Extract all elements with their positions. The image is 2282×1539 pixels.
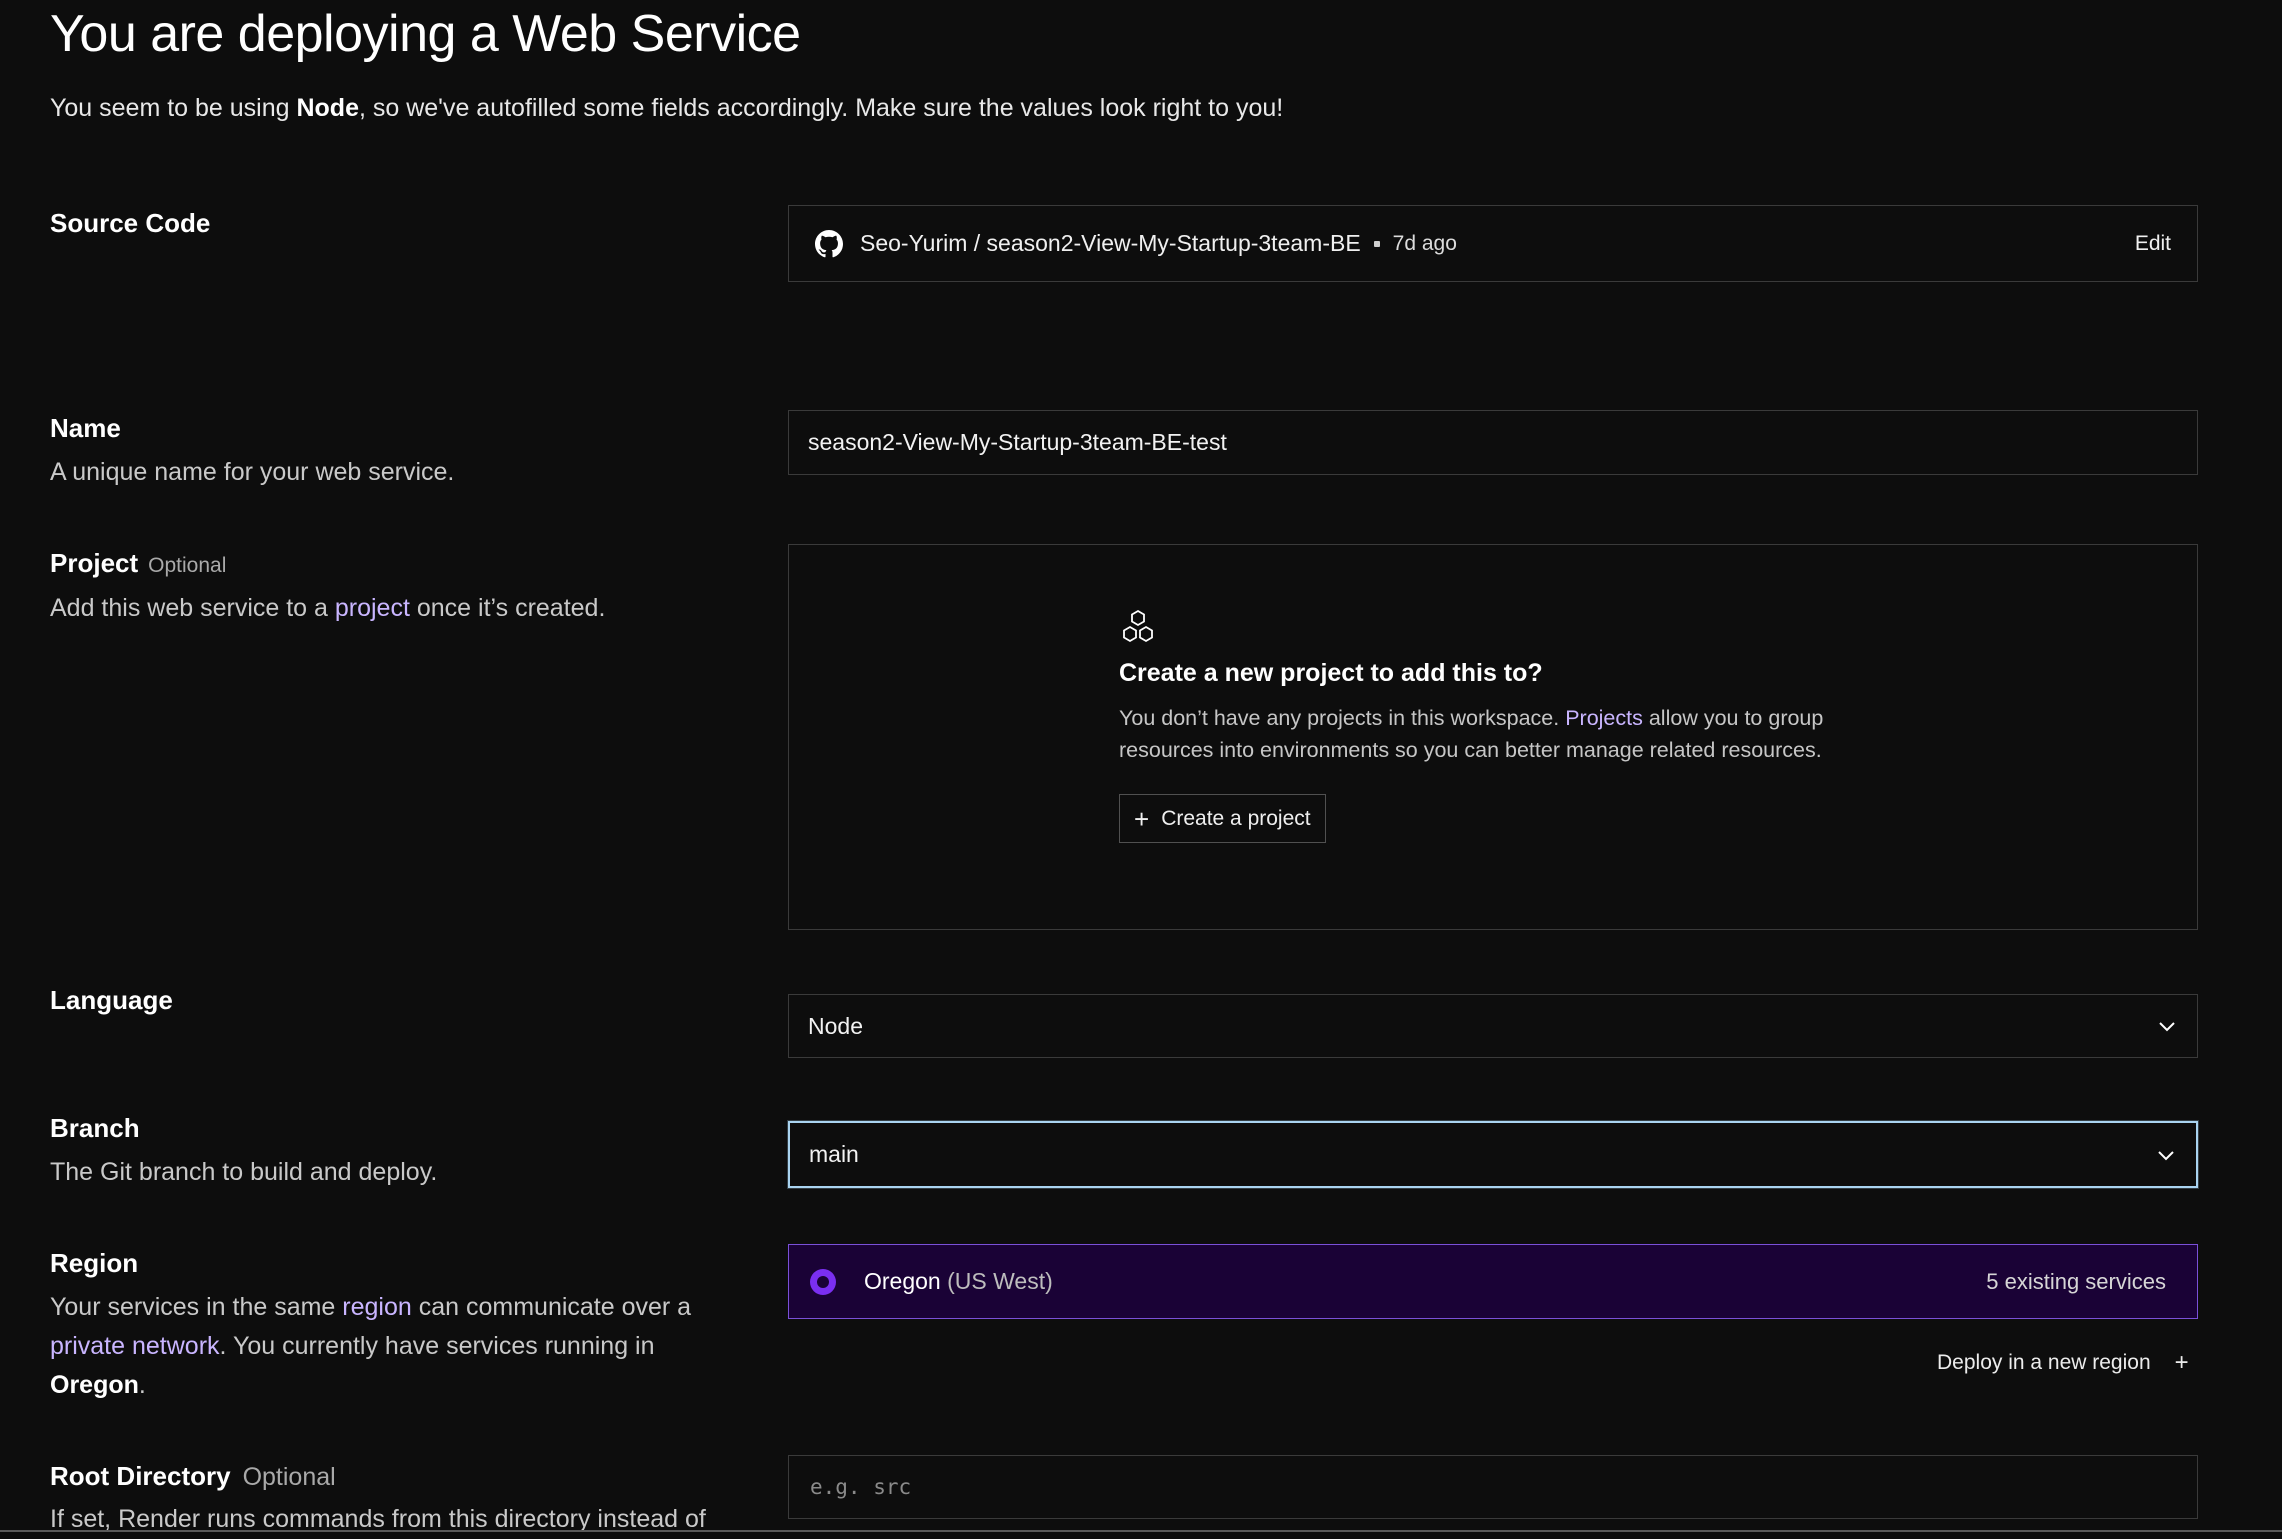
root-directory-label: Root Directory Optional (50, 1461, 336, 1491)
region-radio-selected[interactable] (810, 1268, 836, 1295)
source-code-box: Seo-Yurim / season2-View-My-Startup-3tea… (788, 205, 2198, 282)
project-empty-text: You don’t have any projects in this work… (1119, 706, 1824, 762)
name-label: Name (50, 413, 121, 443)
branch-label: Branch (50, 1113, 140, 1143)
region-option-oregon[interactable]: Oregon (US West) 5 existing services (788, 1244, 2198, 1319)
chevron-down-icon (2159, 1022, 2175, 1032)
region-label: Region (50, 1248, 139, 1278)
optional-tag: Optional (242, 1463, 336, 1491)
optional-tag: Optional (148, 554, 227, 577)
name-description: A unique name for your web service. (50, 458, 455, 486)
create-project-button[interactable]: + Create a project (1119, 794, 1326, 843)
source-code-label: Source Code (50, 208, 211, 238)
detected-language: Node (296, 94, 359, 122)
root-directory-field (788, 1455, 2198, 1519)
project-link[interactable]: project (335, 594, 410, 622)
project-hexagons-icon (1123, 609, 1153, 643)
project-description: Add this web service to a project once i… (50, 594, 606, 622)
page-subtitle: You seem to be using Node, so we've auto… (50, 94, 1284, 122)
private-network-link[interactable]: private network (50, 1332, 220, 1360)
plus-icon: + (1134, 803, 1150, 834)
deploy-new-region-button[interactable]: Deploy in a new region + (1937, 1351, 2189, 1375)
project-label: Project Optional (50, 548, 227, 578)
branch-select[interactable]: main (788, 1121, 2198, 1188)
branch-selected-value: main (809, 1141, 859, 1167)
chevron-down-icon (2158, 1150, 2174, 1160)
root-directory-input[interactable] (808, 1474, 2178, 1500)
last-updated: 7d ago (1392, 231, 1457, 255)
region-description: Your services in the same region can com… (50, 1293, 692, 1399)
language-select[interactable]: Node (788, 994, 2198, 1058)
name-input[interactable]: season2-View-My-Startup-3team-BE-test (788, 410, 2198, 475)
repository-name[interactable]: Seo-Yurim / season2-View-My-Startup-3tea… (860, 230, 1361, 257)
github-icon (815, 229, 843, 257)
plus-icon: + (2174, 1349, 2189, 1376)
project-empty-state: Create a new project to add this to? You… (788, 544, 2198, 930)
edit-source-button[interactable]: Edit (2135, 232, 2171, 256)
project-empty-title: Create a new project to add this to? (1119, 659, 1543, 687)
existing-services-count: 5 existing services (1986, 1268, 2166, 1294)
branch-description: The Git branch to build and deploy. (50, 1158, 438, 1186)
region-name: Oregon (US West) (864, 1268, 1053, 1294)
language-selected-value: Node (808, 1012, 863, 1039)
region-link[interactable]: region (342, 1293, 412, 1321)
root-directory-description: If set, Render runs commands from this d… (50, 1505, 706, 1533)
page-title: You are deploying a Web Service (50, 5, 801, 63)
separator-dot (1373, 240, 1380, 247)
projects-link[interactable]: Projects (1565, 706, 1643, 730)
language-label: Language (50, 985, 173, 1015)
